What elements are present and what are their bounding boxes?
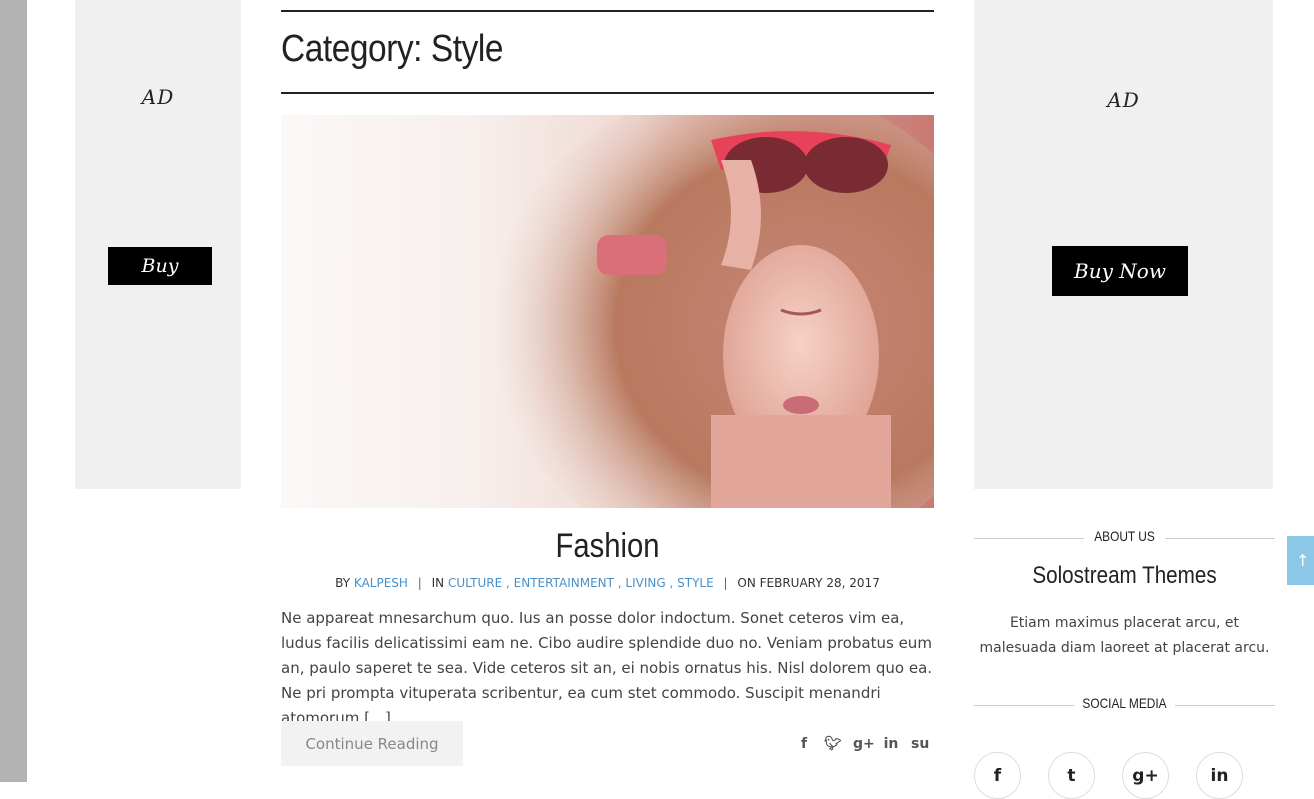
right-ad-buy-now-button[interactable]: Buy Now (1052, 246, 1188, 296)
continue-reading-button[interactable]: Continue Reading (281, 721, 463, 766)
author-link[interactable]: KALPESH (354, 576, 408, 590)
stumbleupon-icon[interactable]: su (911, 736, 929, 756)
category-title: Category: Style (281, 28, 504, 70)
about-text: Etiam maximus placerat arcu, et malesuad… (979, 615, 1270, 656)
facebook-icon[interactable]: f (795, 736, 813, 756)
meta-in-label: IN (431, 576, 445, 590)
about-us-heading: ABOUT US (974, 528, 1275, 548)
category-link-style[interactable]: STYLE (677, 576, 714, 590)
left-ad-label: AD (141, 85, 175, 109)
twitter-icon[interactable]: t (1048, 752, 1095, 799)
about-us-heading-label: ABOUT US (1094, 528, 1155, 544)
about-title: Solostream Themes (1032, 562, 1217, 589)
category-top-divider (281, 10, 934, 12)
fashion-portrait-image (491, 115, 934, 508)
linkedin-icon[interactable]: in (882, 736, 900, 756)
social-media-heading-label: SOCIAL MEDIA (1082, 695, 1167, 711)
category-bottom-divider (281, 92, 934, 94)
category-link-entertainment[interactable]: ENTERTAINMENT (514, 576, 614, 590)
post-share-icons: f 🐦︎ g+ in su (795, 736, 929, 756)
right-ad-label: AD (1107, 88, 1140, 112)
post-title[interactable]: Fashion (327, 527, 889, 566)
post-excerpt: Ne appareat mnesarchum quo. Ius an posse… (281, 609, 933, 727)
meta-separator: | (723, 576, 728, 590)
post-date: FEBRUARY 28, 2017 (759, 576, 880, 590)
post-featured-image[interactable] (281, 115, 934, 508)
left-ad-banner: AD Buy (75, 0, 241, 489)
meta-by-label: BY (335, 576, 351, 590)
right-ad-banner: AD Buy Now (974, 0, 1273, 489)
meta-on-label: ON (737, 576, 756, 590)
scroll-to-top-button[interactable]: ↑ (1287, 536, 1314, 585)
social-media-heading: SOCIAL MEDIA (974, 695, 1275, 715)
post-meta: BY KALPESH | IN CULTURE , ENTERTAINMENT … (335, 576, 880, 590)
category-link-living[interactable]: LIVING (625, 576, 665, 590)
google-plus-icon[interactable]: g+ (1122, 752, 1169, 799)
meta-separator: | (417, 576, 422, 590)
linkedin-icon[interactable]: in (1196, 752, 1243, 799)
left-gray-strip (0, 0, 27, 782)
category-link-culture[interactable]: CULTURE (448, 576, 502, 590)
twitter-icon[interactable]: 🐦︎ (824, 736, 842, 756)
google-plus-icon[interactable]: g+ (853, 736, 875, 756)
facebook-icon[interactable]: f (974, 752, 1021, 799)
left-ad-buy-button[interactable]: Buy (108, 247, 212, 285)
